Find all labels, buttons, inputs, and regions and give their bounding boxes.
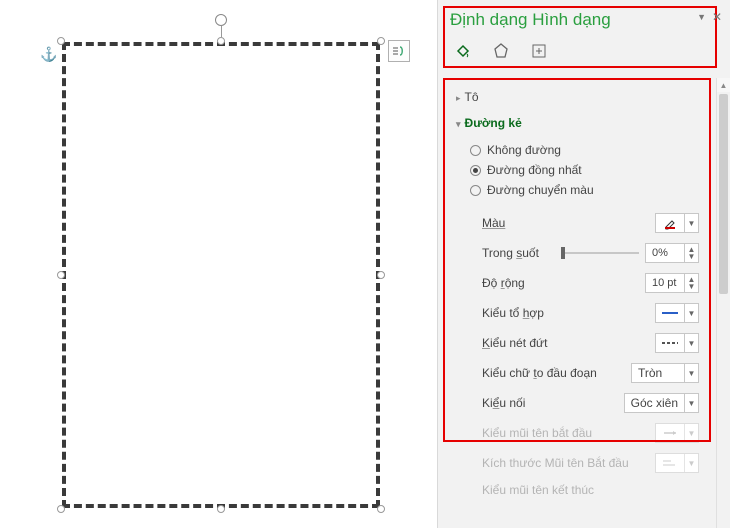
resize-handle-tm[interactable] xyxy=(217,37,225,45)
resize-handle-ml[interactable] xyxy=(57,271,65,279)
prop-dash: Kiểu nét đứt ▼ xyxy=(482,328,699,358)
prop-arrow-begin-label: Kiểu mũi tên bắt đầu xyxy=(482,426,592,440)
resize-handle-bl[interactable] xyxy=(57,505,65,513)
radio-no-line[interactable]: Không đường xyxy=(470,140,703,160)
fill-line-tab-icon[interactable] xyxy=(452,40,474,62)
transparency-slider[interactable] xyxy=(561,246,639,260)
prop-arrow-end-label: Kiểu mũi tên kết thúc xyxy=(482,483,594,497)
prop-width: Độ rộng 10 pt ▲▼ xyxy=(482,268,699,298)
selected-shape[interactable] xyxy=(62,42,380,508)
resize-handle-tl[interactable] xyxy=(57,37,65,45)
chevron-down-icon: ▼ xyxy=(684,454,698,472)
compound-icon xyxy=(656,308,684,318)
panel-body: Tô Đường kẻ Không đường Đường đồng nhất … xyxy=(438,78,717,528)
radio-solid-line-label: Đường đồng nhất xyxy=(487,163,582,177)
prop-compound-label: Kiểu tổ hợp xyxy=(482,306,544,320)
effects-tab-icon[interactable] xyxy=(490,40,512,62)
prop-cap-label: Kiểu chữ to đầu đoạn xyxy=(482,366,597,380)
spinner-icon[interactable]: ▲▼ xyxy=(684,244,698,262)
prop-width-label: Độ rộng xyxy=(482,276,525,290)
anchor-icon: ⚓ xyxy=(40,46,57,63)
width-value: 10 pt xyxy=(646,277,684,289)
radio-icon xyxy=(470,165,481,176)
panel-menu-dropdown[interactable]: ▼ xyxy=(697,12,706,22)
prop-join: Kiểu nối Góc xiên ▼ xyxy=(482,388,699,418)
prop-arrow-begin-size-label: Kích thước Mũi tên Bắt đầu xyxy=(482,456,629,470)
pencil-icon xyxy=(656,216,684,230)
transparency-input[interactable]: 0% ▲▼ xyxy=(645,243,699,263)
cap-dropdown[interactable]: Tròn ▼ xyxy=(631,363,699,383)
transparency-value: 0% xyxy=(646,247,684,259)
prop-arrow-begin-size: Kích thước Mũi tên Bắt đầu ▼ xyxy=(482,448,699,478)
radio-icon xyxy=(470,185,481,196)
section-line-label: Đường kẻ xyxy=(465,116,522,130)
arrow-size-icon xyxy=(656,458,684,468)
section-line[interactable]: Đường kẻ xyxy=(456,110,703,136)
radio-icon xyxy=(470,145,481,156)
format-shape-panel: Định dạng Hình dạng ▼ ✕ Tô Đường kẻ Khôn… xyxy=(437,0,730,528)
prop-color: Màu ▼ xyxy=(482,208,699,238)
join-value: Góc xiên xyxy=(625,396,684,410)
rotate-handle[interactable] xyxy=(215,14,227,26)
join-dropdown[interactable]: Góc xiên ▼ xyxy=(624,393,699,413)
prop-compound: Kiểu tổ hợp ▼ xyxy=(482,298,699,328)
arrow-begin-size-dropdown: ▼ xyxy=(655,453,699,473)
section-fill[interactable]: Tô xyxy=(456,84,703,110)
prop-arrow-begin: Kiểu mũi tên bắt đầu ▼ xyxy=(482,418,699,448)
resize-handle-tr[interactable] xyxy=(377,37,385,45)
radio-gradient-line[interactable]: Đường chuyển màu xyxy=(470,180,703,200)
dash-icon xyxy=(656,338,684,348)
size-layout-tab-icon[interactable] xyxy=(528,40,550,62)
prop-transparency: Trong suốt 0% ▲▼ xyxy=(482,238,699,268)
rotate-connector xyxy=(221,26,222,37)
chevron-down-icon: ▼ xyxy=(684,364,698,382)
scroll-thumb[interactable] xyxy=(719,94,728,294)
chevron-down-icon: ▼ xyxy=(684,424,698,442)
close-panel-button[interactable]: ✕ xyxy=(712,10,722,24)
radio-no-line-label: Không đường xyxy=(487,143,561,157)
document-canvas[interactable]: ⚓ xyxy=(0,0,437,528)
scroll-up-button[interactable]: ▲ xyxy=(717,78,730,92)
width-input[interactable]: 10 pt ▲▼ xyxy=(645,273,699,293)
prop-cap: Kiểu chữ to đầu đoạn Tròn ▼ xyxy=(482,358,699,388)
resize-handle-mr[interactable] xyxy=(377,271,385,279)
compound-dropdown[interactable]: ▼ xyxy=(655,303,699,323)
spinner-icon[interactable]: ▲▼ xyxy=(684,274,698,292)
chevron-down-icon: ▼ xyxy=(684,394,698,412)
prop-dash-label: Kiểu nét đứt xyxy=(482,336,547,350)
shape-rectangle[interactable] xyxy=(62,42,380,508)
radio-solid-line[interactable]: Đường đồng nhất xyxy=(470,160,703,180)
color-picker[interactable]: ▼ xyxy=(655,213,699,233)
panel-scrollbar[interactable]: ▲ xyxy=(716,78,730,528)
arrow-begin-dropdown: ▼ xyxy=(655,423,699,443)
chevron-down-icon: ▼ xyxy=(684,304,698,322)
radio-gradient-line-label: Đường chuyển màu xyxy=(487,183,594,197)
panel-title: Định dạng Hình dạng xyxy=(450,10,611,30)
chevron-down-icon: ▼ xyxy=(684,334,698,352)
resize-handle-bm[interactable] xyxy=(217,505,225,513)
chevron-down-icon: ▼ xyxy=(684,214,698,232)
prop-transparency-label: Trong suốt xyxy=(482,246,539,260)
layout-options-icon[interactable] xyxy=(388,40,410,62)
prop-color-label: Màu xyxy=(482,216,505,230)
prop-arrow-end: Kiểu mũi tên kết thúc xyxy=(482,478,699,502)
dash-dropdown[interactable]: ▼ xyxy=(655,333,699,353)
arrow-begin-icon xyxy=(656,428,684,438)
section-fill-label: Tô xyxy=(465,90,479,104)
cap-value: Tròn xyxy=(632,366,684,380)
resize-handle-br[interactable] xyxy=(377,505,385,513)
prop-join-label: Kiểu nối xyxy=(482,396,525,410)
